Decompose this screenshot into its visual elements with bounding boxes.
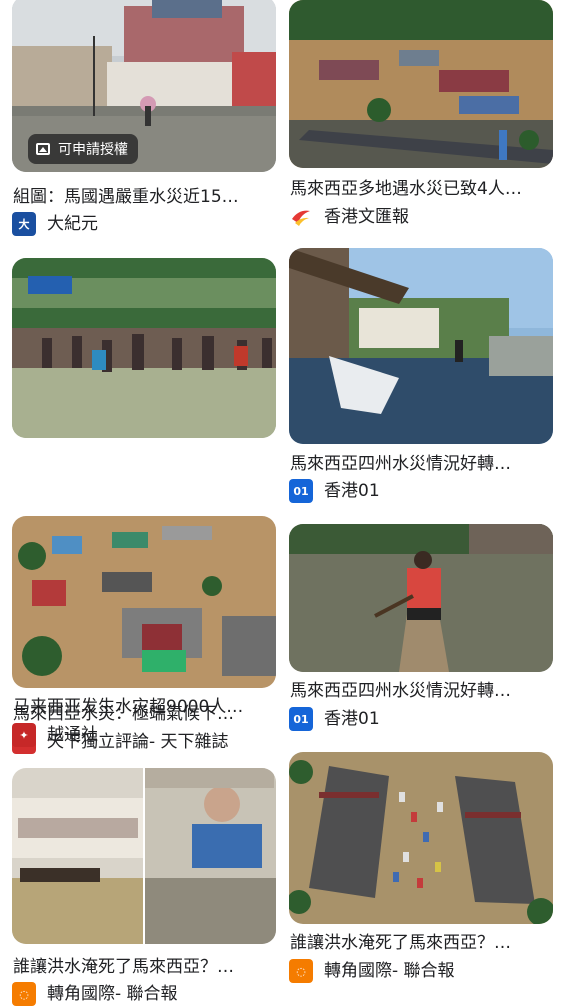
result-source[interactable]: 大 大紀元: [12, 211, 98, 237]
result-source[interactable]: 香港文匯報: [289, 204, 409, 230]
result-thumbnail[interactable]: [12, 516, 276, 688]
result-caption[interactable]: 马来西亚发生水灾超9000人…: [13, 696, 275, 718]
result-thumbnail[interactable]: [12, 768, 276, 944]
source-name: 香港文匯報: [324, 207, 409, 227]
hk01-logo-icon: 01: [289, 479, 313, 503]
epoch-times-logo-icon: 大: [12, 212, 36, 236]
source-name: 大紀元: [47, 214, 98, 234]
result-source[interactable]: 01 香港01: [289, 706, 380, 732]
result-caption[interactable]: 馬來西亞四州水災情況好轉…: [290, 680, 552, 702]
result-source[interactable]: ◌ 轉角國際- 聯合報: [12, 981, 178, 1007]
vna-logo-icon: ✦: [12, 723, 36, 747]
hk01-logo-icon: 01: [289, 707, 313, 731]
source-name: 轉角國際- 聯合報: [47, 984, 178, 1004]
wenweipo-logo-icon: [289, 205, 313, 229]
result-source[interactable]: ✦ 越通社: [12, 722, 98, 748]
license-chip-label: 可申請授權: [58, 142, 128, 158]
license-chip[interactable]: 可申請授權: [28, 134, 138, 164]
result-thumbnail[interactable]: [289, 0, 553, 168]
result-thumbnail[interactable]: [289, 752, 553, 924]
result-thumbnail[interactable]: [289, 248, 553, 444]
source-name: 香港01: [324, 481, 380, 501]
result-thumbnail[interactable]: [289, 524, 553, 672]
source-name: 越通社: [47, 725, 98, 745]
result-caption[interactable]: 組圖：馬國遇嚴重水災近15…: [13, 186, 275, 208]
udn-logo-icon: ◌: [289, 959, 313, 983]
udn-logo-icon: ◌: [12, 982, 36, 1006]
result-caption[interactable]: 馬來西亞四州水災情況好轉…: [290, 453, 552, 475]
result-caption[interactable]: 誰讓洪水淹死了馬來西亞？…: [13, 956, 275, 978]
image-icon: [36, 143, 50, 155]
result-thumbnail[interactable]: [12, 258, 276, 438]
source-name: 轉角國際- 聯合報: [324, 961, 455, 981]
result-thumbnail[interactable]: 可申請授權: [12, 0, 276, 172]
source-name: 香港01: [324, 709, 380, 729]
result-source[interactable]: ◌ 轉角國際- 聯合報: [289, 958, 455, 984]
result-caption[interactable]: 誰讓洪水淹死了馬來西亞？…: [290, 932, 552, 954]
result-caption[interactable]: 馬來西亞多地遇水災已致4人…: [290, 178, 552, 200]
result-source[interactable]: 01 香港01: [289, 478, 380, 504]
